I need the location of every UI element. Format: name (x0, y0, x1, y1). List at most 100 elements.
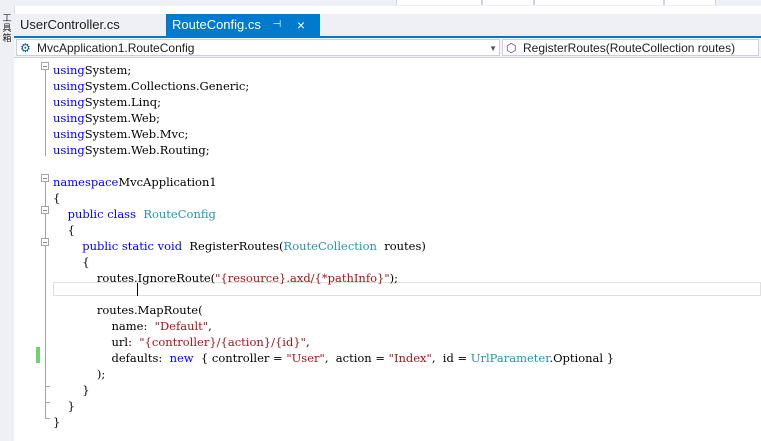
code-line[interactable]: } (53, 414, 60, 430)
code-token: routes.MapRoute( (53, 303, 203, 317)
code-token: , (208, 319, 212, 333)
class-icon: ⚙ (20, 41, 31, 55)
toolbar-segment[interactable] (396, 0, 482, 5)
code-token: url: (53, 335, 140, 349)
code-line[interactable]: usingSystem.Collections.Generic; (53, 78, 249, 94)
code-token: using (53, 95, 85, 109)
collapse-icon[interactable]: − (41, 206, 49, 215)
pin-icon[interactable]: ⊣ (270, 14, 284, 36)
toolbox-side-panel[interactable]: 工具箱 (0, 6, 15, 441)
tab-label: UserController.cs (20, 17, 120, 32)
code-line[interactable]: usingSystem.Web.Mvc; (53, 126, 188, 142)
code-token: UrlParameter (470, 351, 550, 365)
collapse-icon[interactable]: − (41, 174, 49, 183)
code-token: using (53, 143, 85, 157)
code-editor[interactable]: − − − − usingSystem; usingSystem.Collecti… (14, 58, 761, 441)
code-line[interactable]: usingSystem.Web; (53, 110, 160, 126)
close-icon[interactable]: × (294, 14, 308, 36)
code-token: using (53, 63, 85, 77)
method-icon: ⬡ (506, 41, 517, 55)
code-token: ); (53, 367, 106, 381)
outline-guide (45, 246, 46, 386)
code-token: "{controller}/{action}/{id}" (139, 335, 306, 349)
code-line[interactable]: } (53, 398, 75, 414)
code-token: System.Linq; (84, 95, 161, 109)
tab-label: RouteConfig.cs (172, 17, 261, 32)
code-token: System.Collections.Generic; (84, 79, 250, 93)
code-token: { controller = (193, 351, 287, 365)
navigation-bar: ⚙ MvcApplication1.RouteConfig ▼ ⬡ Regist… (14, 38, 761, 58)
outline-margin: − − − − (40, 58, 52, 441)
code-line[interactable]: routes.MapRoute( (53, 302, 203, 318)
code-token: routes.IgnoreRoute( (53, 271, 216, 285)
code-token: System.Web.Mvc; (84, 127, 189, 141)
code-line[interactable]: { (53, 254, 90, 270)
code-token: "{resource}.axd/{*pathInfo}" (215, 271, 390, 285)
document-tab-row: UserController.cs RouteConfig.cs ⊣ × (14, 14, 761, 38)
code-line[interactable]: usingSystem; (53, 62, 131, 78)
outline-end (45, 402, 50, 403)
code-token: } (53, 415, 61, 429)
code-token: } (53, 399, 75, 413)
code-token: using (53, 127, 85, 141)
toolbox-label[interactable]: 工具箱 (0, 14, 14, 44)
code-token: System.Web; (84, 111, 160, 125)
code-line[interactable]: routes.IgnoreRoute("{resource}.axd/{*pat… (53, 270, 398, 286)
code-token: System.Web.Routing; (84, 143, 210, 157)
code-line[interactable]: { (53, 190, 60, 206)
code-line[interactable]: name: "Default", (53, 318, 212, 334)
code-line[interactable]: usingSystem.Web.Routing; (53, 142, 210, 158)
type-dropdown[interactable]: ⚙ MvcApplication1.RouteConfig ▼ (16, 39, 500, 56)
code-token: System; (84, 63, 132, 77)
code-area[interactable]: usingSystem; usingSystem.Collections.Gene… (53, 58, 761, 441)
code-token: using (53, 111, 85, 125)
tab-usercontroller[interactable]: UserController.cs (14, 14, 164, 36)
code-token: { (53, 255, 90, 269)
code-token: public class (67, 207, 136, 221)
code-token: namespace (53, 175, 119, 189)
code-token: "Default" (154, 319, 209, 333)
code-line[interactable]: url: "{controller}/{action}/{id}", (53, 334, 310, 350)
outline-guide (45, 70, 46, 156)
code-line[interactable]: public static void RegisterRoutes(RouteC… (53, 238, 426, 254)
collapse-icon[interactable]: − (41, 238, 49, 247)
code-line[interactable]: usingSystem.Linq; (53, 94, 161, 110)
code-line[interactable]: { (53, 222, 75, 238)
member-dropdown[interactable]: ⬡ RegisterRoutes(RouteCollection routes) (502, 39, 759, 56)
code-token: MvcApplication1 (118, 175, 217, 189)
outline-end (45, 418, 50, 419)
code-token: "Index" (388, 351, 432, 365)
code-token: name: (53, 319, 155, 333)
code-token: } (53, 383, 90, 397)
tab-routeconfig[interactable]: RouteConfig.cs ⊣ × (166, 14, 320, 36)
top-toolbar-strip (0, 0, 761, 6)
code-line[interactable]: namespaceMvcApplication1 (53, 174, 217, 190)
code-token: defaults: (53, 351, 170, 365)
member-dropdown-value: RegisterRoutes(RouteCollection routes) (523, 41, 736, 55)
toolbar-segment[interactable] (534, 0, 664, 5)
code-token: "User" (286, 351, 325, 365)
code-token: ); (389, 271, 398, 285)
collapse-icon[interactable]: − (41, 62, 49, 71)
code-token: new (169, 351, 194, 365)
code-line[interactable]: ); (53, 366, 105, 382)
code-line[interactable]: } (53, 382, 90, 398)
code-line[interactable]: public class RouteConfig (53, 206, 216, 222)
toolbar-segment[interactable] (664, 0, 716, 5)
toolbar-segment[interactable] (482, 0, 534, 5)
editor-gutter (14, 58, 34, 441)
code-line[interactable]: defaults: new { controller = "User", act… (53, 350, 614, 366)
code-token: , action = (324, 351, 389, 365)
code-token: using (53, 79, 85, 93)
chevron-down-icon[interactable]: ▼ (489, 40, 497, 57)
code-token: , (305, 335, 310, 349)
code-token: RouteCollection (283, 239, 377, 253)
code-token: routes) (376, 239, 426, 253)
code-token: , id = (431, 351, 471, 365)
code-token: { (53, 191, 61, 205)
code-token: public static void (82, 239, 183, 253)
code-token: { (53, 223, 75, 237)
code-token: .Optional } (549, 351, 615, 365)
